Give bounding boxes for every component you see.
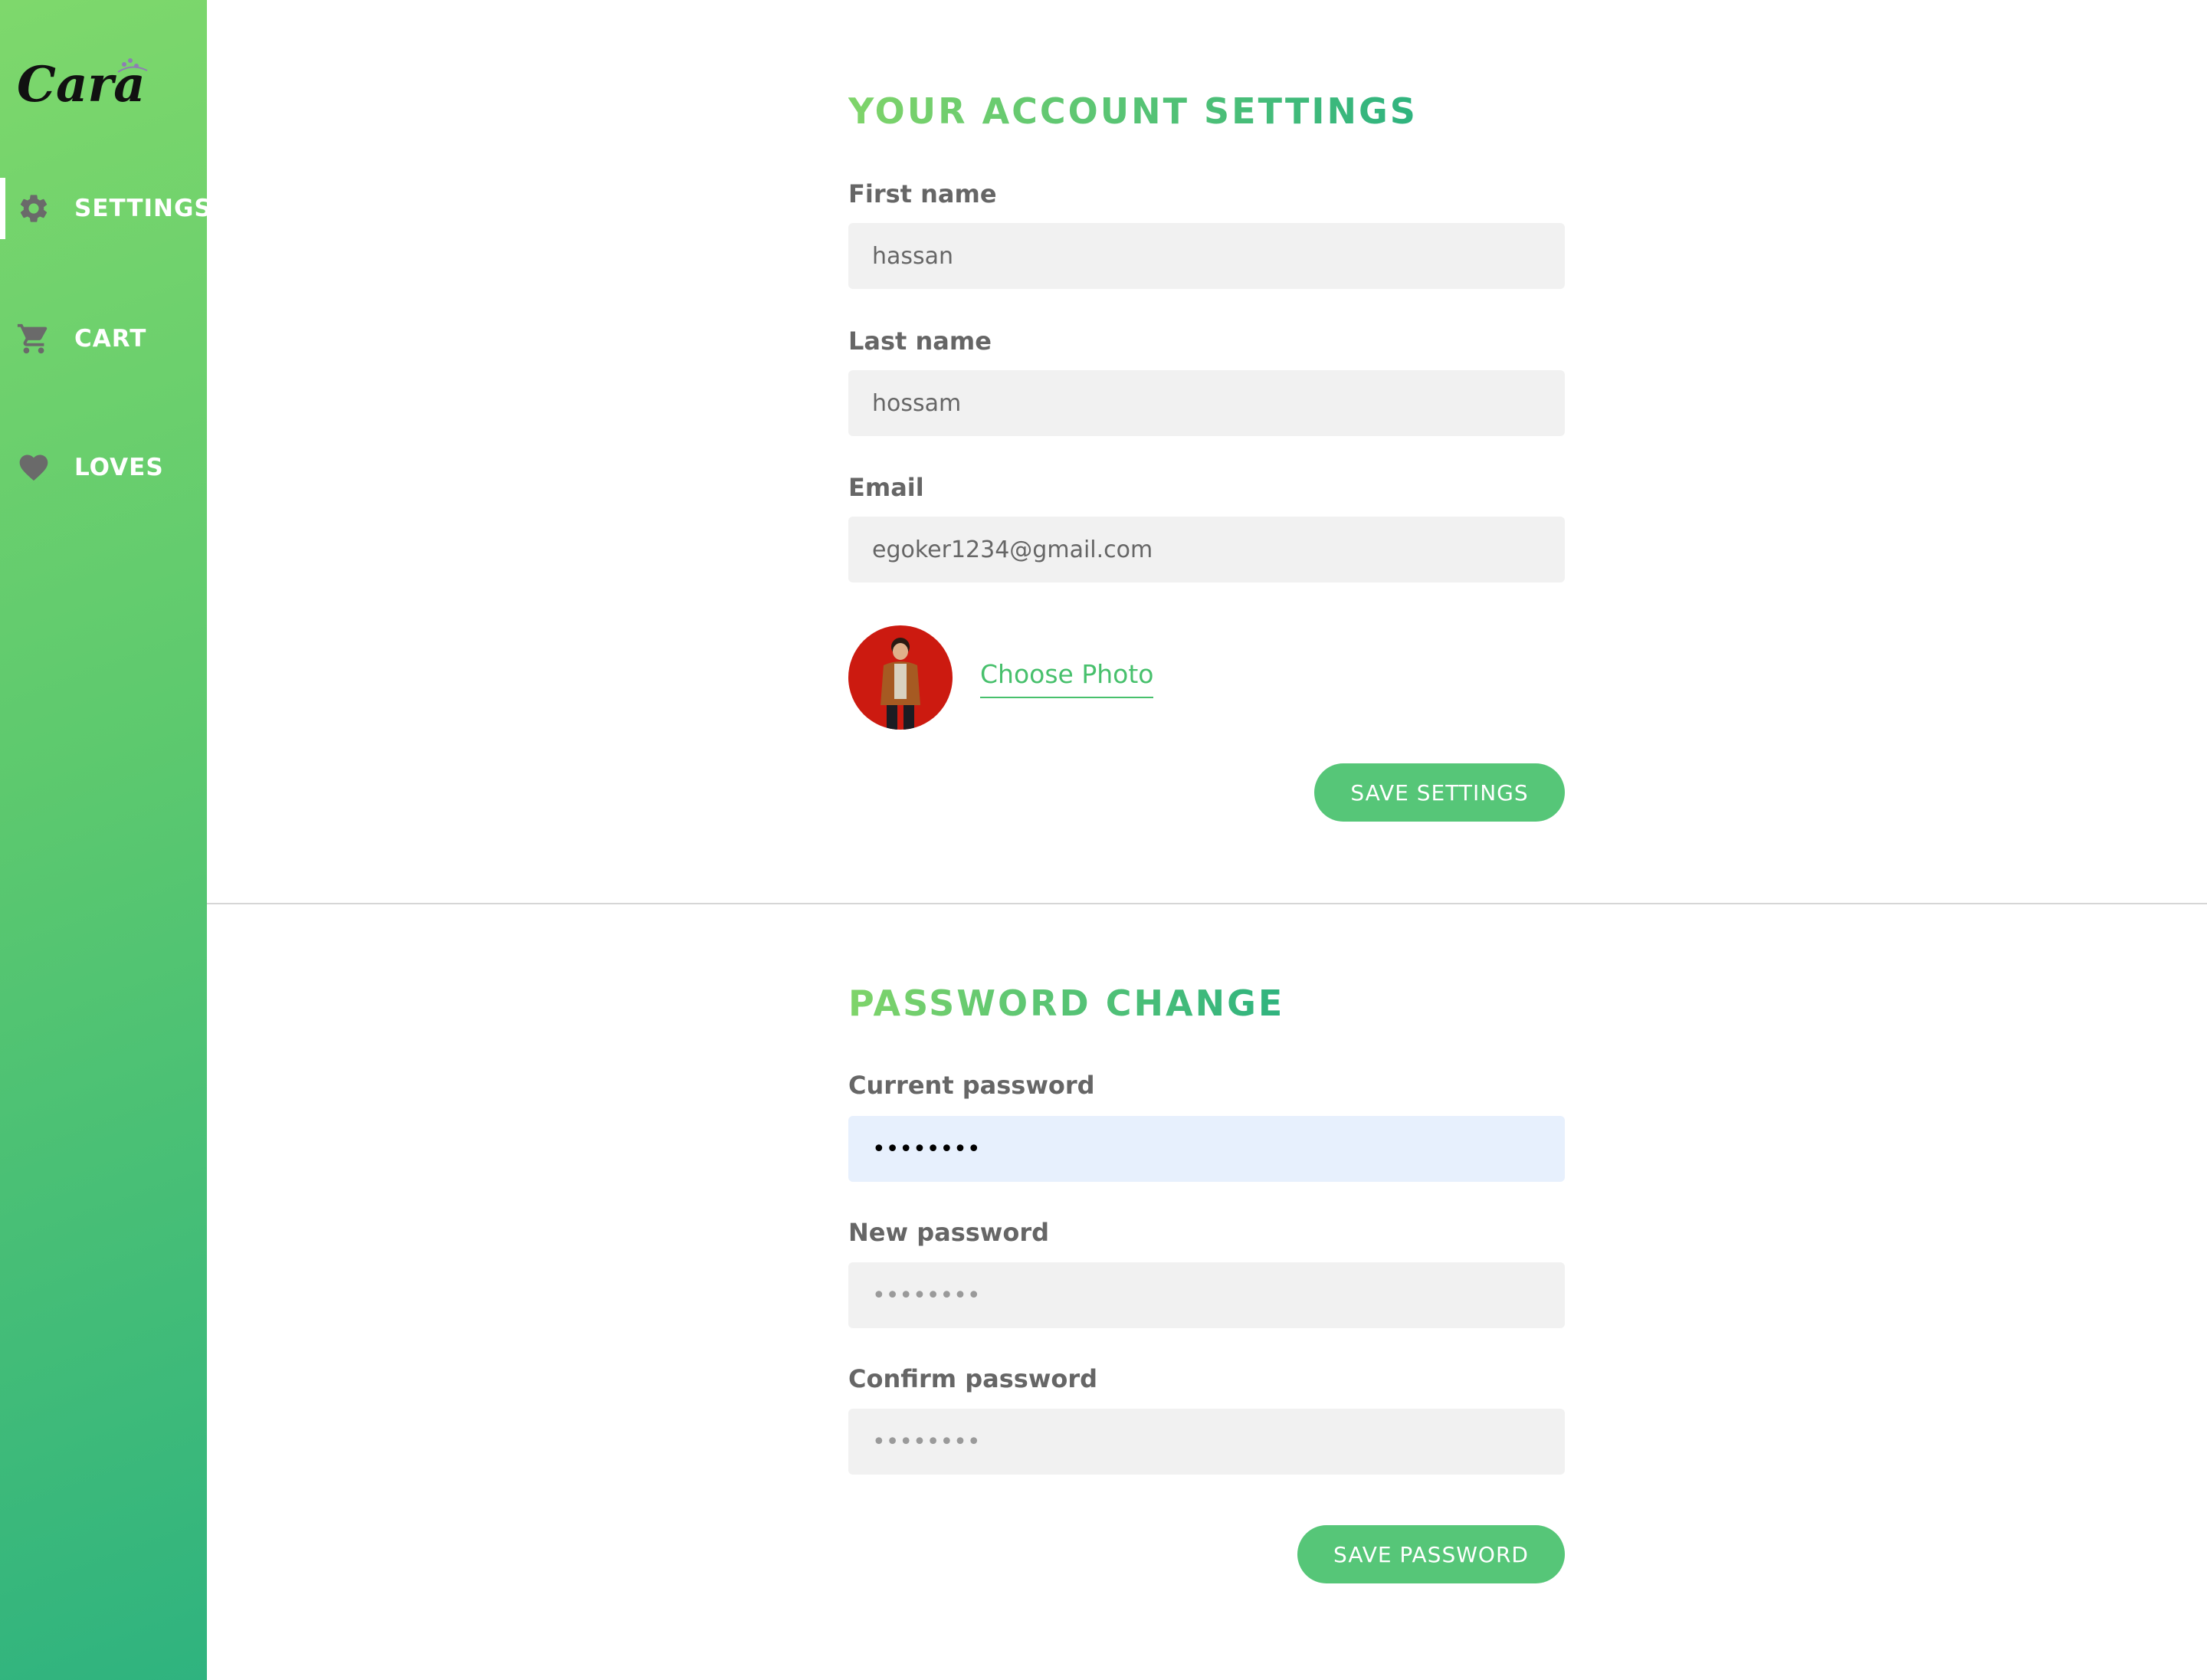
- last-name-label: Last name: [848, 326, 992, 356]
- save-settings-button[interactable]: SAVE SETTINGS: [1314, 763, 1565, 822]
- sidebar: Cara SETTINGS CART LOVES: [0, 0, 212, 1680]
- logo-mark: Cara: [17, 56, 148, 113]
- email-label: Email: [848, 473, 924, 502]
- account-settings-title: YOUR ACCOUNT SETTINGS: [848, 90, 1418, 132]
- sidebar-item-cart[interactable]: CART: [0, 308, 207, 369]
- confirm-password-field[interactable]: [848, 1409, 1565, 1475]
- first-name-field[interactable]: [848, 223, 1565, 289]
- sidebar-item-settings[interactable]: SETTINGS: [0, 178, 212, 239]
- avatar-person-icon: [881, 638, 920, 730]
- gear-icon: [15, 190, 52, 227]
- new-password-field[interactable]: [848, 1262, 1565, 1328]
- last-name-field[interactable]: [848, 370, 1565, 436]
- new-password-label: New password: [848, 1218, 1050, 1247]
- current-password-field[interactable]: [848, 1116, 1565, 1182]
- current-password-label: Current password: [848, 1071, 1095, 1100]
- sidebar-item-label: LOVES: [74, 454, 164, 481]
- confirm-password-label: Confirm password: [848, 1364, 1098, 1393]
- section-divider: [207, 903, 2207, 904]
- cart-icon: [15, 320, 52, 357]
- first-name-label: First name: [848, 179, 997, 208]
- avatar: [848, 625, 953, 730]
- logo[interactable]: Cara: [17, 48, 155, 116]
- save-password-button[interactable]: SAVE PASSWORD: [1297, 1525, 1565, 1583]
- email-field[interactable]: [848, 517, 1565, 582]
- sidebar-item-label: CART: [74, 325, 147, 353]
- password-change-title: PASSWORD CHANGE: [848, 983, 1285, 1024]
- sidebar-item-loves[interactable]: LOVES: [0, 437, 207, 498]
- heart-icon: [15, 449, 52, 486]
- sidebar-item-label: SETTINGS: [74, 195, 212, 222]
- choose-photo-link[interactable]: Choose Photo: [980, 659, 1154, 698]
